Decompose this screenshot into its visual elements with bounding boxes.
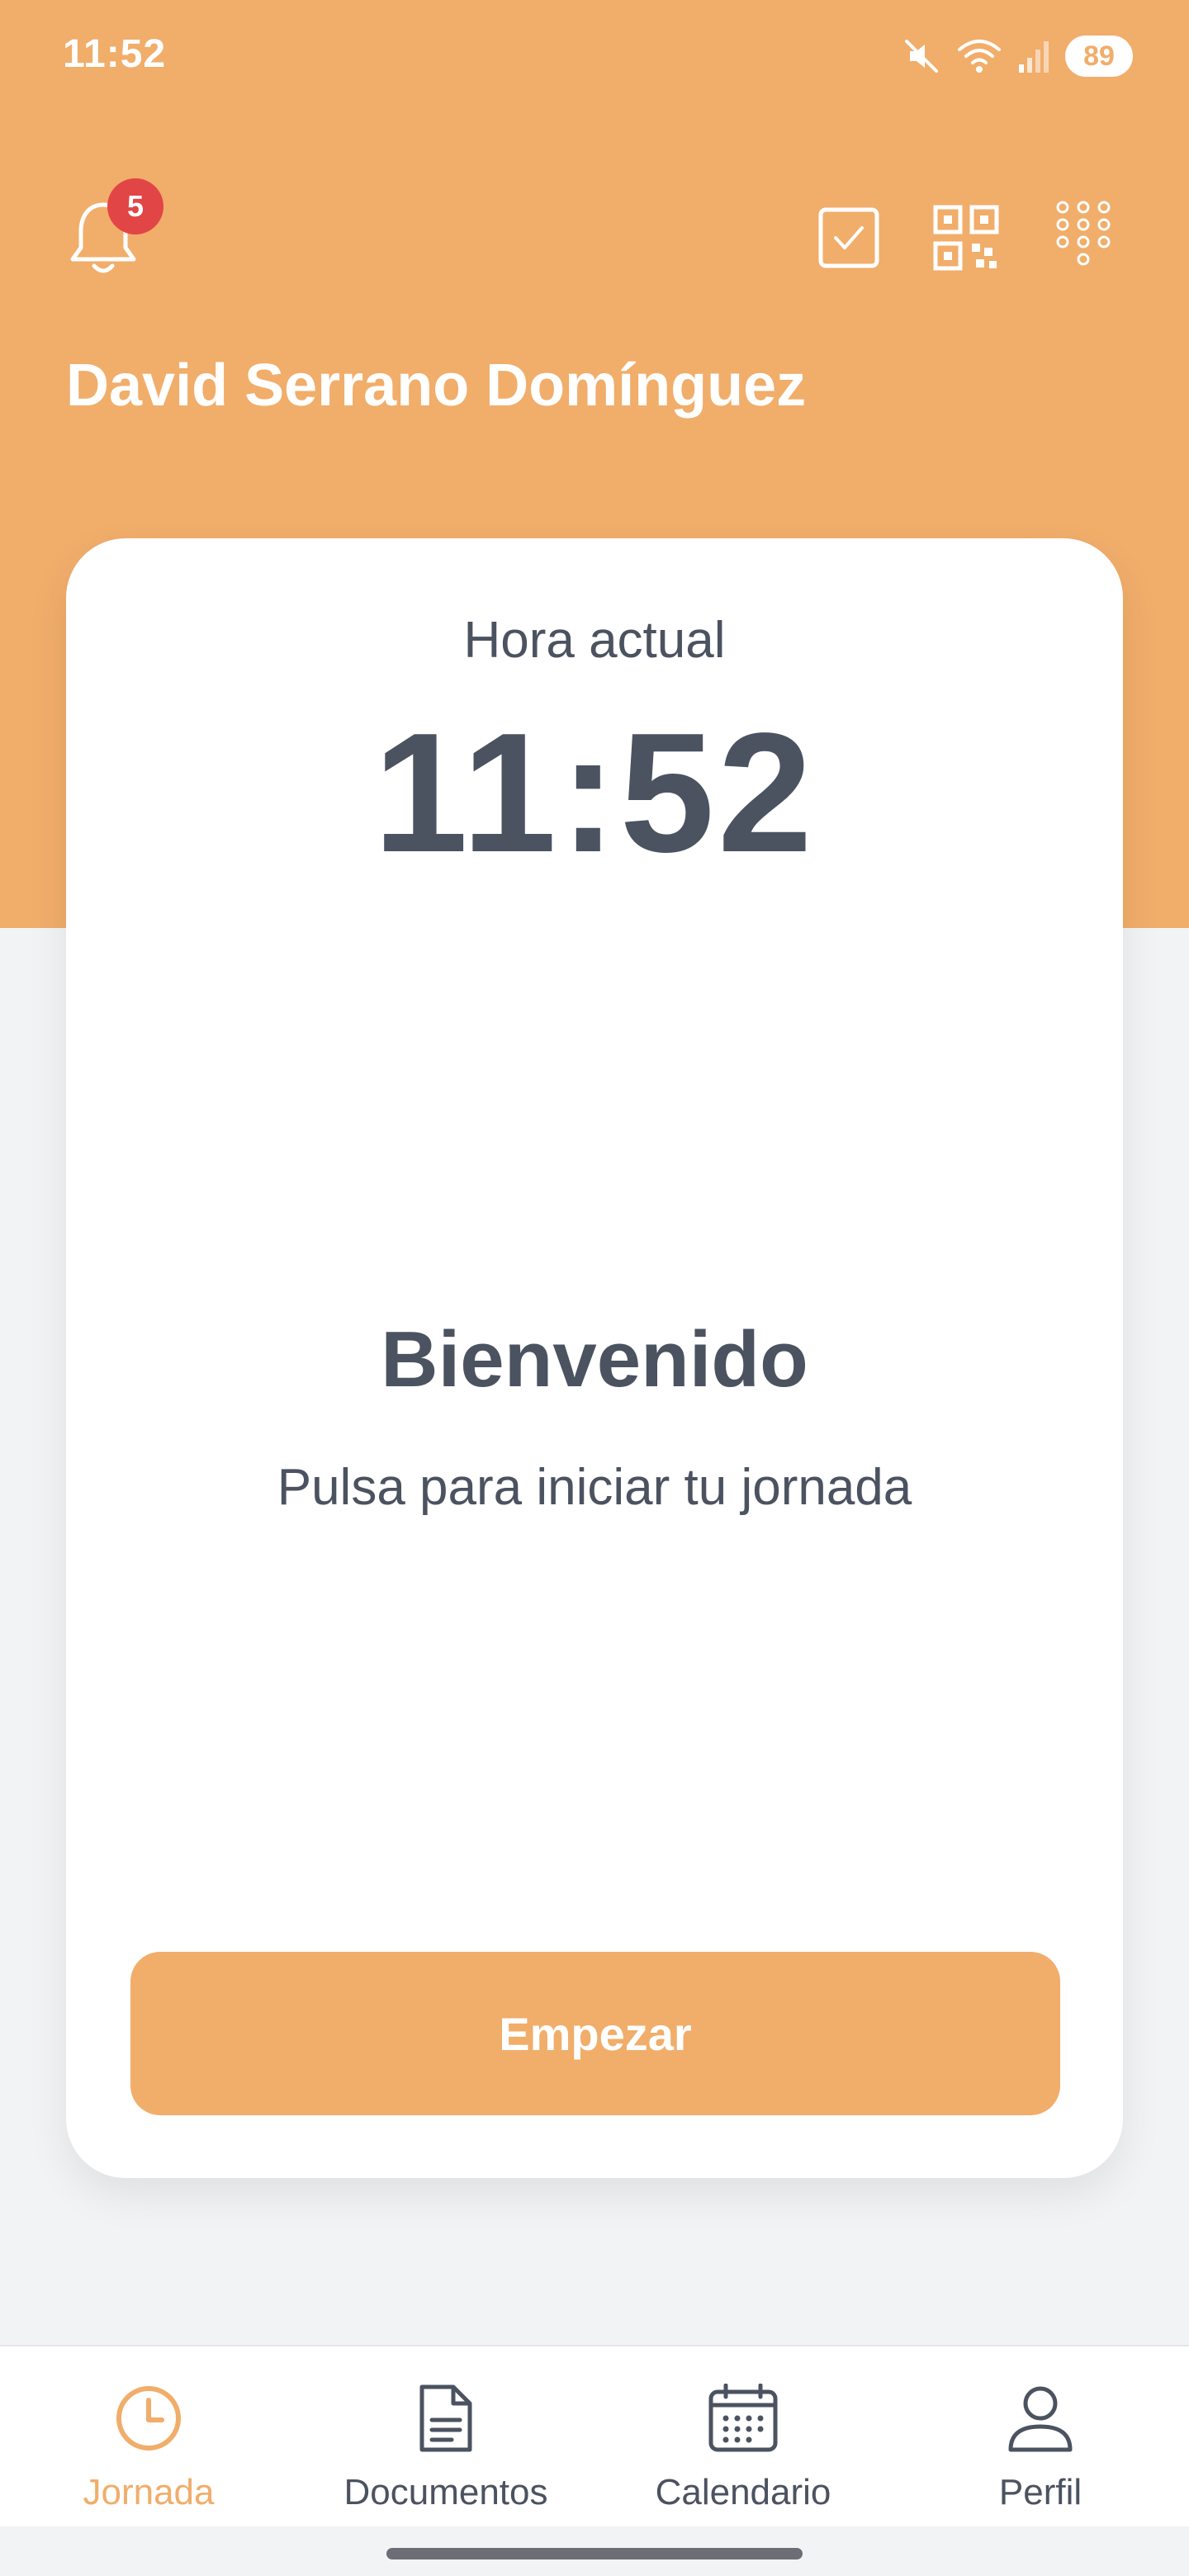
notifications-button[interactable]: 5 — [66, 178, 163, 277]
current-time-label: Hora actual — [463, 612, 726, 669]
welcome-title: Bienvenido — [381, 1315, 808, 1404]
app-screen: 11:52 89 5 David Serrano Domínguez Hora … — [0, 0, 1189, 2576]
keypad-icon — [1056, 201, 1111, 266]
bottom-navigation: Jornada Documentos Calendario Perfil — [0, 2345, 1189, 2526]
status-icons: 89 — [902, 33, 1133, 79]
battery-indicator: 89 — [1065, 36, 1133, 77]
user-icon — [1003, 2381, 1078, 2455]
user-name: David Serrano Domínguez — [66, 353, 807, 419]
calendar-icon — [706, 2381, 780, 2455]
checkbox-icon — [818, 207, 879, 268]
status-time: 11:52 — [63, 32, 167, 76]
nav-label-jornada: Jornada — [83, 2472, 215, 2512]
nav-label-perfil: Perfil — [998, 2472, 1082, 2512]
document-icon — [409, 2381, 483, 2455]
nav-item-documentos[interactable]: Documentos — [297, 2346, 594, 2526]
nav-label-documentos: Documentos — [343, 2472, 548, 2512]
current-time-value: 11:52 — [373, 698, 816, 888]
wifi-icon — [958, 40, 1001, 73]
header-actions — [816, 201, 1116, 272]
nav-label-calendario: Calendario — [655, 2472, 831, 2512]
nav-item-jornada[interactable]: Jornada — [0, 2346, 297, 2526]
welcome-subtitle: Pulsa para iniciar tu jornada — [277, 1459, 912, 1516]
start-button[interactable]: Empezar — [130, 1952, 1060, 2115]
tasks-button[interactable] — [816, 203, 882, 272]
nav-item-perfil[interactable]: Perfil — [892, 2346, 1189, 2526]
keypad-button[interactable] — [1050, 201, 1116, 272]
signal-icon — [1019, 41, 1049, 73]
workday-card: Hora actual 11:52 Bienvenido Pulsa para … — [66, 538, 1123, 2178]
clock-icon — [111, 2381, 186, 2455]
notification-badge: 5 — [107, 178, 163, 234]
nav-item-calendario[interactable]: Calendario — [594, 2346, 892, 2526]
status-bar: 11:52 89 — [0, 0, 1189, 107]
qr-code-icon — [933, 205, 999, 271]
qr-scan-button[interactable] — [933, 203, 999, 272]
mute-icon — [905, 40, 938, 73]
home-gesture-bar[interactable] — [386, 2548, 803, 2559]
